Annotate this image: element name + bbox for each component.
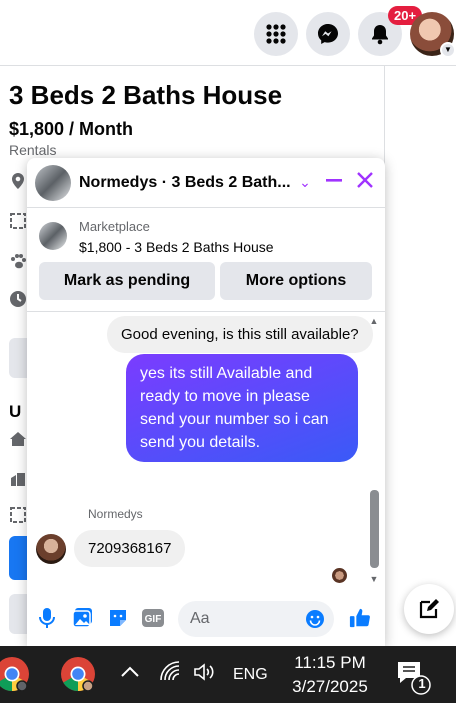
floor-plan-icon [10, 213, 26, 229]
taskbar-clock[interactable]: 11:15 PM 3/27/2025 [284, 651, 376, 699]
screen: 20+ ▼ 3 Beds 2 Baths House $1,800 / Mont… [0, 0, 456, 703]
minimize-icon[interactable] [323, 171, 345, 193]
gif-icon[interactable]: GIF [142, 607, 164, 629]
pets-paw-icon [11, 254, 26, 269]
new-message-button[interactable] [404, 584, 454, 634]
sender-avatar[interactable] [36, 534, 66, 564]
chat-header[interactable]: Normedys · 3 Beds 2 Bath... ⌄ [27, 158, 385, 208]
photo-icon[interactable] [72, 607, 94, 629]
floor-plan-icon [10, 507, 26, 523]
os-taskbar: ENG 11:15 PM 3/27/2025 1 [0, 646, 456, 703]
scroll-up-arrow[interactable]: ▲ [368, 316, 380, 326]
messenger-button[interactable] [306, 12, 350, 56]
wifi-icon[interactable] [158, 660, 184, 686]
compose-edit-icon [419, 599, 439, 619]
mark-as-pending-button[interactable]: Mark as pending [39, 262, 215, 300]
like-thumbs-up-icon[interactable] [349, 607, 371, 629]
notifications-bell-icon [372, 25, 388, 45]
top-navigation-bar: 20+ ▼ [0, 0, 456, 66]
listing-category-link[interactable]: Rentals [9, 142, 56, 158]
input-language-indicator[interactable]: ENG [233, 666, 268, 684]
incoming-message: Good evening, is this still available? [107, 316, 373, 353]
sticker-icon[interactable] [107, 607, 129, 629]
listing-section-heading: U [9, 402, 22, 421]
clock-icon [10, 291, 26, 307]
message-input-wrapper [178, 601, 334, 637]
listing-title: 3 Beds 2 Baths House [9, 80, 283, 110]
menu-grid-button[interactable] [254, 12, 298, 56]
marketplace-item-card: Marketplace $1,800 - 3 Beds 2 Baths Hous… [27, 208, 385, 308]
clock-time: 11:15 PM [294, 653, 366, 672]
profile-avatar-button[interactable]: ▼ [410, 12, 456, 58]
message-thread[interactable]: Good evening, is this still available? y… [27, 311, 385, 587]
action-center-button[interactable]: 1 [394, 658, 434, 698]
outgoing-message: yes its still Available and ready to mov… [126, 354, 358, 462]
right-sidebar [384, 66, 456, 646]
close-icon[interactable] [354, 171, 376, 193]
volume-icon[interactable] [192, 660, 218, 686]
chevron-down-icon: ▼ [440, 42, 456, 58]
listing-price: $1,800 / Month [9, 119, 134, 139]
seen-receipt-avatar [332, 568, 347, 583]
emoji-icon[interactable] [304, 608, 326, 630]
marketplace-item-link[interactable]: $1,800 - 3 Beds 2 Baths House [79, 239, 274, 255]
message-composer: GIF [27, 587, 385, 646]
chrome-taskbar-icon[interactable] [58, 654, 102, 698]
building-icon [11, 473, 25, 486]
messenger-chat-window: Normedys · 3 Beds 2 Bath... ⌄ Marketplac… [27, 158, 385, 646]
listing-thumbnail[interactable] [39, 222, 67, 250]
scroll-down-arrow[interactable]: ▼ [368, 574, 380, 584]
chat-avatar[interactable] [35, 165, 71, 201]
more-options-button[interactable]: More options [220, 262, 372, 300]
microphone-icon[interactable] [36, 607, 58, 629]
notification-center-count: 1 [418, 676, 426, 691]
chevron-down-icon[interactable]: ⌄ [294, 171, 316, 193]
location-pin-icon [12, 173, 24, 189]
show-hidden-icons-chevron-icon[interactable] [118, 660, 144, 686]
svg-text:GIF: GIF [145, 614, 162, 625]
house-icon [10, 432, 26, 446]
message-input[interactable] [190, 601, 300, 637]
scrollbar-thumb[interactable] [370, 490, 379, 568]
sender-name: Normedys [88, 507, 143, 521]
menu-grid-icon [266, 24, 286, 44]
chat-title[interactable]: Normedys · 3 Beds 2 Bath... [79, 174, 293, 192]
messenger-icon [318, 24, 338, 44]
clock-date: 3/27/2025 [292, 677, 368, 696]
marketplace-label: Marketplace [79, 219, 150, 234]
chrome-taskbar-icon[interactable] [0, 654, 36, 698]
incoming-message: 7209368167 [74, 530, 186, 567]
